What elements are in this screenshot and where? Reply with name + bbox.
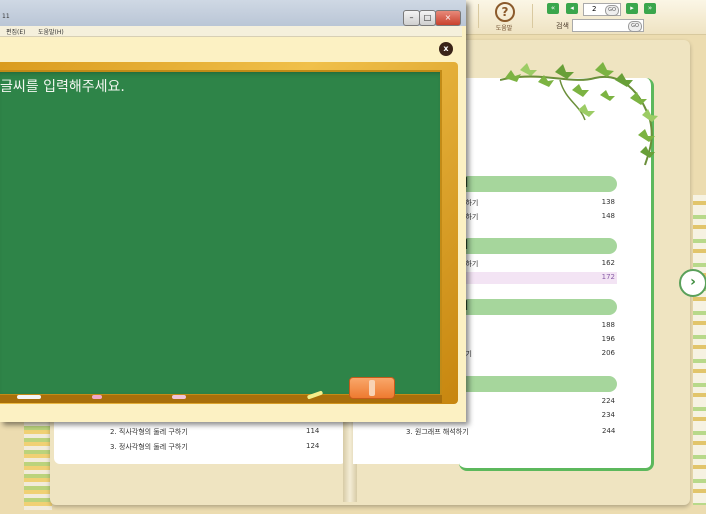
last-page-button[interactable]: » (644, 3, 656, 14)
ivy-vine-decoration (500, 62, 658, 166)
maximize-button[interactable]: □ (419, 10, 436, 26)
toc-row[interactable]: 234 (459, 410, 617, 422)
page-go-button[interactable]: GO (605, 5, 619, 16)
toc-row-title: 2. 직사각형의 둘레 구하기 (110, 428, 188, 436)
toc-row-page: 234 (601, 411, 615, 419)
page-number-field[interactable]: 2 GO (583, 3, 621, 16)
toolbar-divider (532, 4, 533, 28)
toc-row[interactable]: 리하기 148 (459, 211, 617, 223)
toc-row[interactable]: 3. 원그래프 해석하기 244 (406, 426, 618, 438)
toc-row-highlighted[interactable]: 172 (459, 272, 617, 284)
help-button[interactable]: ? 도움말 (490, 1, 518, 32)
toc-row-page: 244 (602, 427, 616, 435)
chalkboard-window: 11 – □ × 편집(E) 도움말(H) x 글씨를 입력해주세요. (0, 0, 466, 422)
toc-section-bar: 기 (455, 238, 617, 254)
white-chalk[interactable] (17, 395, 41, 399)
toc-row-page: 114 (306, 427, 320, 435)
eraser-button[interactable] (349, 377, 395, 399)
toc-row-title: 3. 원그래프 해석하기 (406, 428, 469, 436)
menu-help[interactable]: 도움말(H) (38, 27, 64, 36)
toc-row-page: 196 (601, 335, 615, 343)
search-label: 검색 (556, 22, 569, 30)
toc-row-title: 3. 정사각형의 둘레 구하기 (110, 443, 188, 451)
help-icon: ? (495, 2, 515, 22)
page-number-value: 2 (592, 5, 597, 13)
toolbar-divider (478, 4, 479, 28)
minimize-button[interactable]: – (403, 10, 420, 26)
left-decoration (24, 410, 52, 510)
toc-section-bar (455, 376, 617, 392)
toc-row[interactable]: 188 (459, 320, 617, 332)
toc-section-bar: 이 (455, 299, 617, 315)
menu-edit[interactable]: 편집(E) (6, 27, 26, 36)
toc-row[interactable]: 하기206 (459, 348, 617, 360)
toc-row[interactable]: 196 (459, 334, 617, 346)
toc-section-bar: 기 (455, 176, 617, 192)
window-menubar: 편집(E) 도움말(H) (0, 26, 462, 37)
board-close-button[interactable]: x (439, 42, 453, 56)
toc-row[interactable]: 2. 직사각형의 둘레 구하기 114 (110, 426, 320, 438)
chalkboard-prompt: 글씨를 입력해주세요. (0, 79, 125, 95)
toc-row[interactable]: 3. 정사각형의 둘레 구하기 124 (110, 441, 320, 453)
chalkboard-canvas[interactable] (0, 70, 442, 396)
search-go-button[interactable]: GO (628, 21, 642, 32)
first-page-button[interactable]: « (547, 3, 559, 14)
toc-row[interactable]: 구하기 162 (459, 258, 617, 270)
toc-row-page: 124 (306, 442, 320, 450)
window-title: 11 (2, 13, 10, 20)
light-pink-chalk[interactable] (172, 395, 186, 399)
toc-row-page: 138 (601, 198, 615, 206)
search-input[interactable]: GO (572, 19, 644, 32)
toc-row-page: 172 (601, 273, 615, 281)
next-page-button[interactable]: › (679, 269, 706, 297)
next-page-nav-button[interactable]: ▸ (626, 3, 638, 14)
right-decoration (693, 195, 706, 505)
help-label: 도움말 (495, 25, 513, 32)
toc-row-page: 162 (601, 259, 615, 267)
eraser-grip (369, 380, 375, 396)
toc-row[interactable]: 기하기 138 (459, 197, 617, 209)
toc-row[interactable]: 224 (459, 396, 617, 408)
toc-row-page: 148 (601, 212, 615, 220)
toc-row-page: 188 (601, 321, 615, 329)
window-close-button[interactable]: × (435, 10, 461, 26)
pink-chalk[interactable] (92, 395, 102, 399)
prev-page-button[interactable]: ◂ (566, 3, 578, 14)
window-titlebar[interactable]: 11 – □ × (0, 0, 466, 26)
toc-row-page: 224 (601, 397, 615, 405)
toc-row-page: 206 (601, 349, 615, 357)
